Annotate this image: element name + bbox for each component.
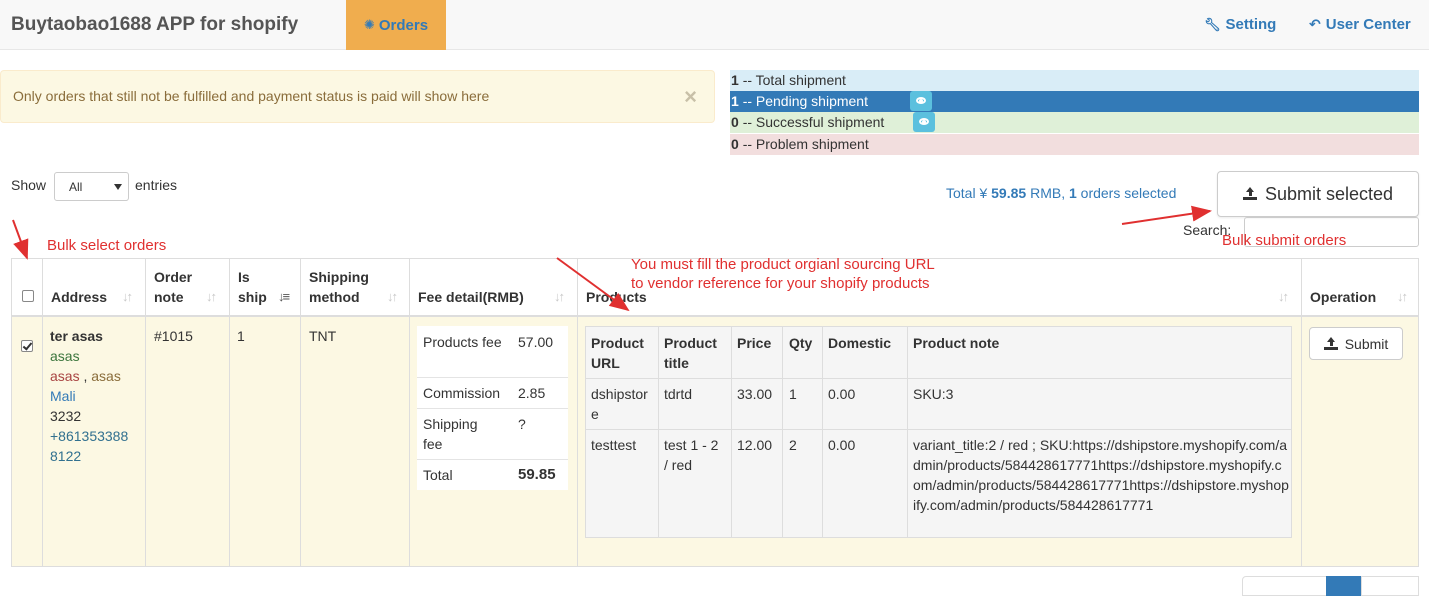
arrow-sourcing	[556, 257, 630, 312]
annotation-arrows	[12, 205, 1212, 312]
arrow-bulk-select	[12, 219, 29, 260]
arrow-bulk-submit	[1121, 205, 1212, 225]
